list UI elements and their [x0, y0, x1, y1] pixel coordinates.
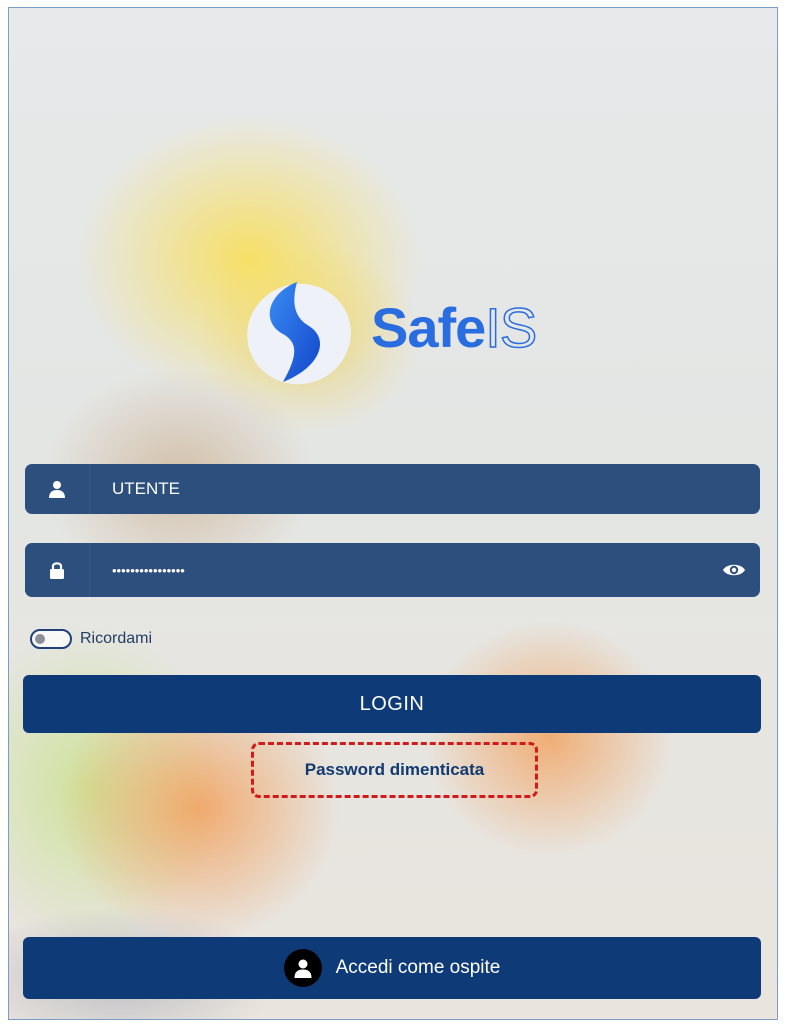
show-password-toggle[interactable]	[708, 543, 760, 597]
person-avatar-icon	[283, 949, 322, 987]
logo-wordmark-safe: Safe	[371, 296, 486, 359]
logo-wordmark-is: IS	[485, 296, 538, 359]
password-input[interactable]	[90, 543, 708, 597]
password-field	[25, 543, 760, 597]
guest-login-label: Accedi come ospite	[335, 957, 501, 978]
guest-login-button[interactable]: Accedi come ospite	[23, 937, 761, 999]
eye-icon	[723, 564, 745, 576]
user-icon	[25, 464, 90, 514]
login-screen: SafeIS R	[8, 7, 778, 1020]
logo-mark-icon	[247, 282, 351, 385]
remember-me: Ricordami	[30, 629, 152, 649]
logo-wordmark: SafeIS	[371, 299, 538, 357]
username-input[interactable]	[90, 464, 760, 514]
login-button-label: LOGIN	[359, 692, 425, 715]
safeis-logo: SafeIS	[239, 270, 559, 390]
remember-me-toggle[interactable]	[30, 629, 72, 649]
remember-me-label: Ricordami	[80, 630, 153, 647]
forgot-password-link[interactable]: Password dimenticata	[305, 760, 485, 780]
lock-icon	[25, 543, 90, 597]
username-field	[25, 464, 760, 514]
forgot-password-highlight: Password dimenticata	[251, 742, 538, 798]
toggle-knob	[35, 634, 45, 644]
login-button[interactable]: LOGIN	[23, 675, 761, 733]
